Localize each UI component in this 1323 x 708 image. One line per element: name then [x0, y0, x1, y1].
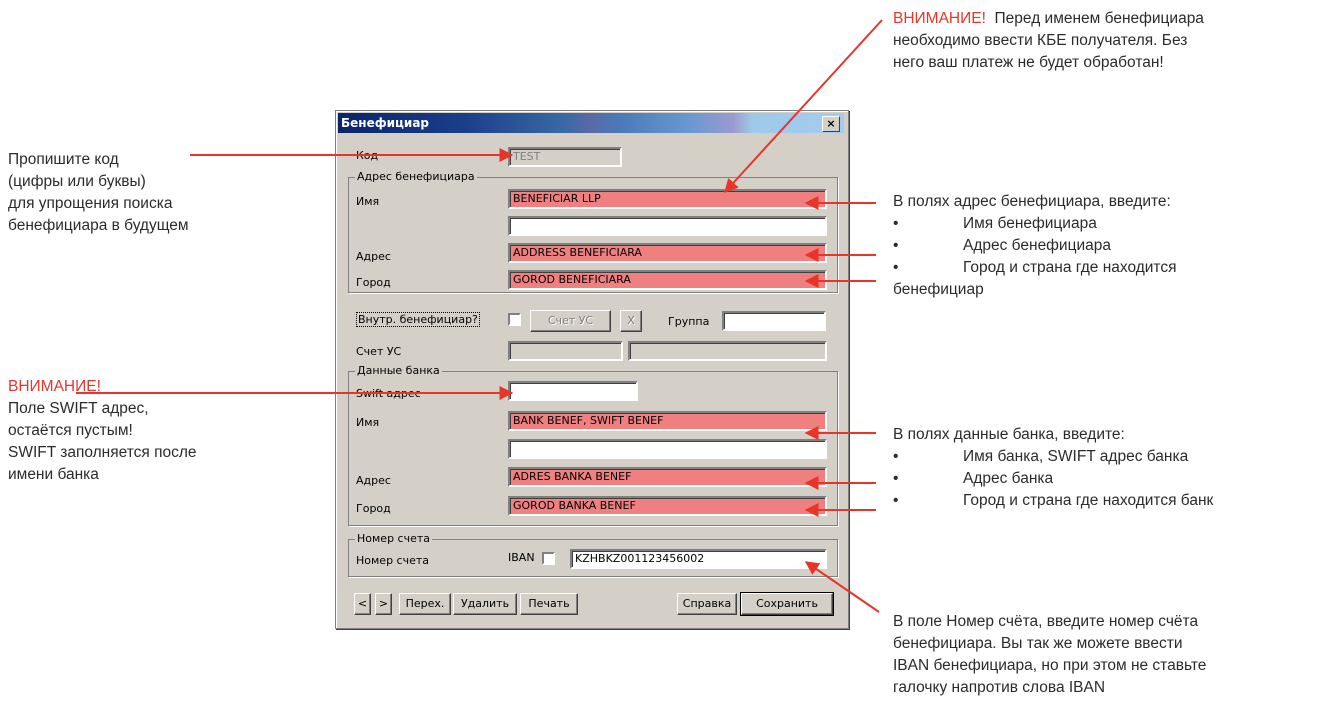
- arrows-layer: [76, 19, 883, 613]
- arrow-account: [804, 561, 880, 613]
- arrow-top-to-name: [724, 19, 883, 194]
